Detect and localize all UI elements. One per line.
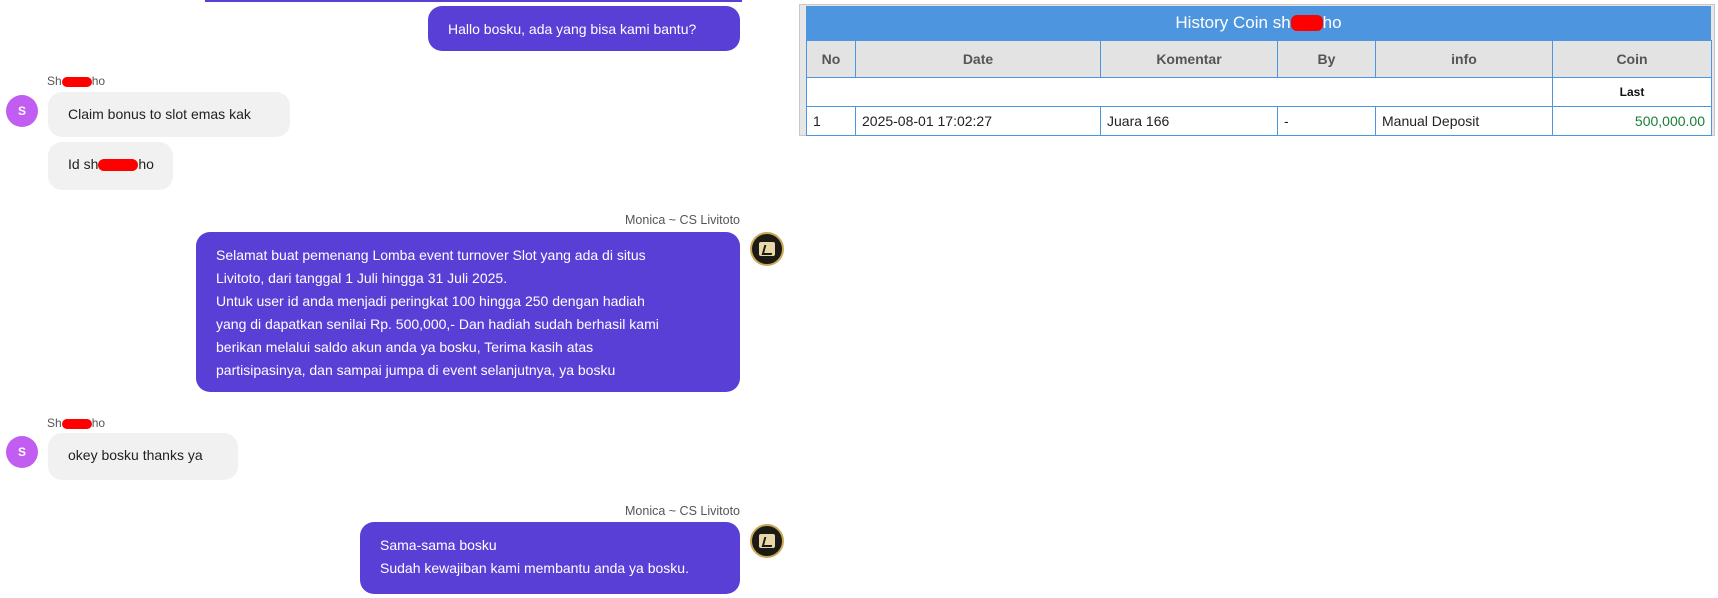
agent-avatar (750, 232, 784, 266)
user-message-bubble: okey bosku thanks ya (48, 433, 238, 480)
user-sender-name: Sh ho (47, 416, 106, 430)
user-avatar: S (6, 95, 38, 127)
user-message-bubble: Claim bonus to slot emas kak (48, 92, 290, 137)
cell-komentar: Juara 166 (1100, 106, 1278, 136)
user-avatar: S (6, 436, 38, 468)
message-line: Sudah kewajiban kami membantu anda ya bo… (380, 560, 689, 576)
message-line: partisipasinya, dan sampai jumpa di even… (216, 362, 616, 378)
cell-no: 1 (806, 106, 856, 136)
message-line: Livitoto, dari tanggal 1 Juli hingga 31 … (216, 270, 508, 286)
agent-message-bubble: Hallo bosku, ada yang bisa kami bantu? (428, 6, 740, 51)
redaction-mark (1290, 15, 1323, 31)
redaction-mark (98, 159, 139, 172)
column-header-komentar: Komentar (1100, 40, 1278, 78)
user-message-bubble: Id sh ho (48, 142, 173, 190)
user-sender-name: Sh ho (47, 74, 106, 88)
message-line: berikan melalui saldo akun anda ya bosku… (216, 339, 594, 355)
message-line: yang di dapatkan senilai Rp. 500,000,- D… (216, 316, 659, 332)
column-header-date: Date (855, 40, 1101, 78)
table-subheader-row: Last (806, 77, 1712, 107)
column-header-coin: Coin (1552, 40, 1712, 78)
table-row: 1 2025-08-01 17:02:27 Juara 166 - Manual… (806, 106, 1712, 136)
agent-avatar (750, 524, 784, 558)
table-header-row: No Date Komentar By info Coin (806, 40, 1712, 78)
message-line: Untuk user id anda menjadi peringkat 100… (216, 293, 645, 309)
agent-message-bubble: Sama-sama bosku Sudah kewajiban kami mem… (360, 522, 740, 594)
redaction-mark (61, 76, 92, 87)
empty-cell (806, 77, 1553, 107)
message-text: Claim bonus to slot emas kak (68, 106, 251, 122)
message-text: okey bosku thanks ya (68, 447, 203, 463)
agent-message-bubble: Selamat buat pemenang Lomba event turnov… (196, 232, 740, 392)
cell-info: Manual Deposit (1375, 106, 1553, 136)
message-line: Selamat buat pemenang Lomba event turnov… (216, 247, 646, 263)
agent-sender-name: Monica ~ CS Livitoto (625, 504, 740, 518)
divider-line (205, 0, 742, 2)
last-label: Last (1552, 77, 1712, 107)
cell-by: - (1277, 106, 1376, 136)
column-header-by: By (1277, 40, 1376, 78)
chat-panel: Hallo bosku, ada yang bisa kami bantu? S… (0, 0, 784, 598)
column-header-info: info (1375, 40, 1553, 78)
cell-date: 2025-08-01 17:02:27 (855, 106, 1101, 136)
message-line: Sama-sama bosku (380, 537, 497, 553)
history-title: History Coin sh ho (806, 6, 1711, 40)
agent-sender-name: Monica ~ CS Livitoto (625, 213, 740, 227)
message-text: Hallo bosku, ada yang bisa kami bantu? (448, 21, 697, 37)
brand-logo-icon (759, 534, 775, 548)
redaction-mark (61, 418, 92, 429)
history-coin-table: No Date Komentar By info Coin Last 1 202… (806, 40, 1712, 136)
column-header-no: No (806, 40, 856, 78)
cell-coin: 500,000.00 (1552, 106, 1712, 136)
brand-logo-icon (759, 242, 775, 256)
